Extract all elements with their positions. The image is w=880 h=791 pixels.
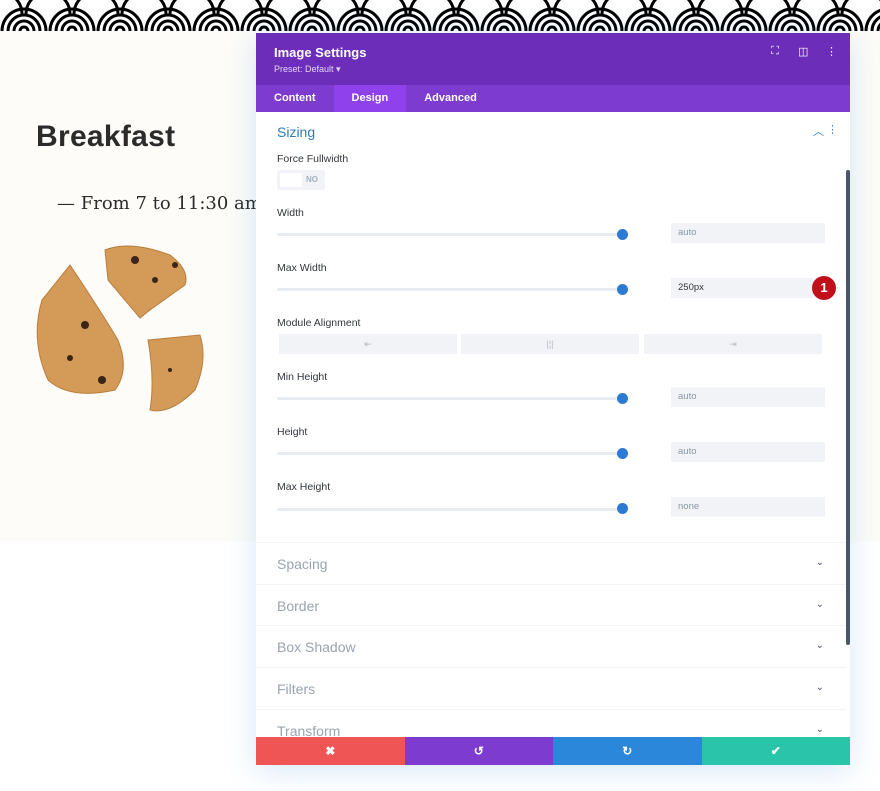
chevron-down-icon[interactable]: ⌄	[816, 557, 824, 568]
chevron-down-icon[interactable]: ⌄	[816, 724, 824, 735]
tab-advanced[interactable]: Advanced	[406, 85, 495, 112]
step-badge: 1	[812, 276, 836, 300]
height-slider-handle[interactable]	[617, 448, 628, 459]
width-label: Width	[277, 207, 304, 219]
cancel-button[interactable]: ✖	[256, 737, 405, 765]
sizing-title: Sizing	[277, 124, 316, 140]
undo-button[interactable]: ↺	[404, 737, 553, 765]
align-center-button[interactable]: |¦|	[461, 334, 639, 354]
min-height-slider[interactable]	[277, 397, 622, 400]
max-width-slider[interactable]	[277, 288, 622, 291]
align-right-icon: ⇥	[729, 339, 737, 349]
height-input[interactable]	[671, 442, 825, 462]
max-height-label: Max Height	[277, 481, 331, 493]
chevron-down-icon[interactable]: ⌄	[816, 640, 824, 651]
module-alignment-label: Module Alignment	[277, 317, 361, 329]
border-label: Border	[277, 598, 320, 614]
min-height-slider-handle[interactable]	[617, 393, 628, 404]
split-view-icon[interactable]: ◫	[798, 45, 808, 58]
width-slider-handle[interactable]	[617, 229, 628, 240]
page-subtitle: — From 7 to 11:30 am	[57, 193, 262, 214]
min-height-input[interactable]	[671, 387, 825, 407]
min-height-label: Min Height	[277, 371, 328, 383]
align-left-button[interactable]: ⇤	[279, 334, 457, 354]
max-width-label: Max Width	[277, 262, 327, 274]
align-left-icon: ⇤	[364, 339, 372, 349]
height-slider[interactable]	[277, 452, 622, 455]
tab-content[interactable]: Content	[256, 85, 334, 112]
transform-section[interactable]: Transform ⌄	[256, 709, 846, 738]
panel-footer: ✖ ↺ ↻ ✔	[256, 737, 850, 765]
toggle-value: NO	[306, 175, 318, 184]
align-right-button[interactable]: ⇥	[644, 334, 822, 354]
chevron-down-icon[interactable]: ⌄	[816, 599, 824, 610]
scrollbar[interactable]	[846, 170, 850, 645]
cookie-image[interactable]	[30, 240, 220, 420]
image-settings-panel: Image Settings Preset: Default ▾ ⛶ ◫ ⋮ C…	[256, 33, 850, 765]
width-input[interactable]	[671, 223, 825, 243]
force-fullwidth-label: Force Fullwidth	[277, 153, 349, 165]
preset-dropdown[interactable]: Preset: Default ▾	[274, 64, 341, 75]
height-label: Height	[277, 426, 308, 438]
decorative-pattern	[0, 0, 880, 31]
filters-label: Filters	[277, 681, 316, 697]
fullscreen-icon[interactable]: ⛶	[770, 45, 780, 58]
section-options-icon[interactable]: ⋮	[827, 123, 838, 136]
border-section[interactable]: Border ⌄	[256, 584, 846, 626]
max-height-input[interactable]	[671, 497, 825, 517]
save-button[interactable]: ✔	[701, 737, 850, 765]
panel-content: Sizing ︿ ⋮ Force Fullwidth NO Width Max …	[256, 112, 850, 738]
chevron-down-icon[interactable]: ⌄	[816, 682, 824, 693]
transform-label: Transform	[277, 723, 341, 738]
tab-design[interactable]: Design	[333, 85, 407, 112]
spacing-label: Spacing	[277, 556, 328, 572]
panel-header[interactable]: Image Settings Preset: Default ▾ ⛶ ◫ ⋮	[256, 33, 850, 85]
page-heading: Breakfast	[36, 120, 176, 153]
force-fullwidth-toggle[interactable]: NO	[277, 170, 325, 190]
redo-button[interactable]: ↻	[553, 737, 702, 765]
filters-section[interactable]: Filters ⌄	[256, 667, 846, 709]
box-shadow-section[interactable]: Box Shadow ⌄	[256, 625, 846, 667]
width-slider[interactable]	[277, 233, 622, 236]
panel-title: Image Settings	[274, 45, 367, 60]
sizing-section-header[interactable]: Sizing ︿ ⋮	[256, 112, 850, 150]
toggle-knob	[280, 173, 302, 187]
spacing-section[interactable]: Spacing ⌄	[256, 542, 846, 584]
max-height-slider[interactable]	[277, 508, 622, 511]
max-width-slider-handle[interactable]	[617, 284, 628, 295]
more-options-icon[interactable]: ⋮	[826, 45, 837, 58]
align-center-icon: |¦|	[546, 339, 554, 349]
max-height-slider-handle[interactable]	[617, 503, 628, 514]
chevron-up-icon[interactable]: ︿	[813, 123, 824, 139]
max-width-input[interactable]	[671, 278, 825, 298]
box-shadow-label: Box Shadow	[277, 639, 356, 655]
tab-bar: Content Design Advanced	[256, 85, 850, 112]
